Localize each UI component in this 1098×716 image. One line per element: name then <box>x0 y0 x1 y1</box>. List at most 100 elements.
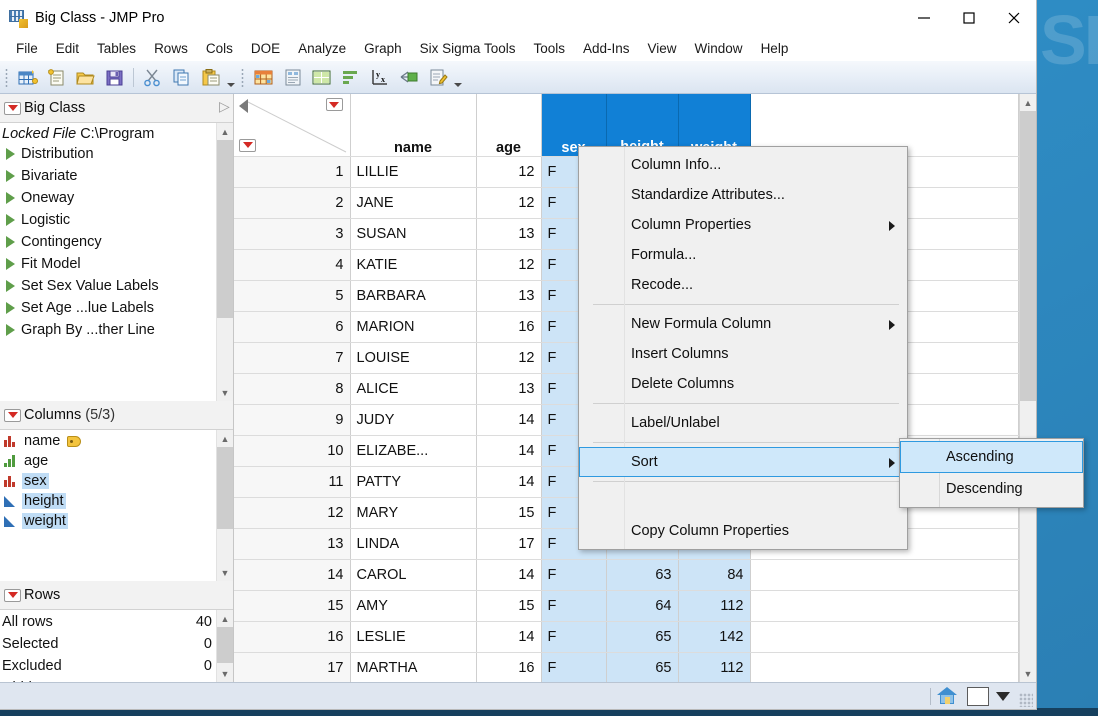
cell-height[interactable]: 65 <box>606 621 678 652</box>
cell-age[interactable]: 13 <box>476 373 541 404</box>
rows-red-triangle-icon[interactable] <box>4 589 21 602</box>
script-set-sex-value-labels[interactable]: Set Sex Value Labels <box>0 275 216 297</box>
source-panel-expand-icon[interactable] <box>219 101 227 113</box>
cell-age[interactable]: 15 <box>476 590 541 621</box>
cell-age[interactable]: 16 <box>476 652 541 682</box>
menu-item-formula[interactable]: Formula... <box>579 240 907 270</box>
minimize-button[interactable] <box>901 0 946 36</box>
column-item-height[interactable]: height <box>0 491 216 511</box>
cell-name[interactable]: MARTHA <box>350 652 476 682</box>
menu-item-sort[interactable]: Sort <box>579 447 907 477</box>
cell-name[interactable]: BARBARA <box>350 280 476 311</box>
status-value-box[interactable] <box>967 687 989 706</box>
scroll-track[interactable] <box>217 140 234 384</box>
cell-age[interactable]: 17 <box>476 528 541 559</box>
cell-age[interactable]: 14 <box>476 466 541 497</box>
distribution-icon[interactable] <box>337 64 364 91</box>
source-red-triangle-icon[interactable] <box>4 102 21 115</box>
scroll-track[interactable] <box>217 447 234 564</box>
menu-analyze[interactable]: Analyze <box>289 38 355 59</box>
menu-item-ascending[interactable]: Ascending <box>900 441 1083 473</box>
cell-age[interactable]: 14 <box>476 559 541 590</box>
new-data-table-icon[interactable] <box>14 64 41 91</box>
cell-name[interactable]: ALICE <box>350 373 476 404</box>
scroll-down-arrow-icon[interactable]: ▼ <box>217 384 234 401</box>
copy-icon[interactable] <box>168 64 195 91</box>
paste-icon[interactable] <box>197 64 224 91</box>
menu-add-ins[interactable]: Add-Ins <box>574 38 639 59</box>
cell-name[interactable]: CAROL <box>350 559 476 590</box>
menu-graph[interactable]: Graph <box>355 38 411 59</box>
menu-item-copy-column-properties[interactable] <box>579 486 907 516</box>
menu-item-standardize-attributes[interactable]: Standardize Attributes... <box>579 180 907 210</box>
row-number[interactable]: 13 <box>234 528 350 559</box>
cell-sex[interactable]: F <box>541 590 606 621</box>
partition-icon[interactable] <box>395 64 422 91</box>
row-number[interactable]: 15 <box>234 590 350 621</box>
column-header-name[interactable]: name <box>350 94 476 156</box>
cell-weight[interactable]: 112 <box>678 652 750 682</box>
scroll-track[interactable] <box>217 627 234 665</box>
script-contingency[interactable]: Contingency <box>0 231 216 253</box>
script-editor-icon[interactable] <box>424 64 451 91</box>
source-panel-header[interactable]: Big Class <box>0 94 233 123</box>
script-logistic[interactable]: Logistic <box>0 209 216 231</box>
home-icon[interactable] <box>937 687 957 705</box>
row-number[interactable]: 10 <box>234 435 350 466</box>
rows-stat-excluded[interactable]: Excluded 0 <box>0 655 216 677</box>
table-red-triangle-icon-bottom[interactable] <box>239 139 256 152</box>
cell-age[interactable]: 14 <box>476 404 541 435</box>
row-number[interactable]: 9 <box>234 404 350 435</box>
columns-panel-scrollbar[interactable]: ▲ ▼ <box>216 430 233 581</box>
scroll-up-arrow-icon[interactable]: ▲ <box>1020 94 1037 111</box>
cell-age[interactable]: 15 <box>476 497 541 528</box>
green-triangle-icon[interactable] <box>6 302 15 314</box>
script-set-age-value-labels[interactable]: Set Age ...lue Labels <box>0 297 216 319</box>
menu-tools[interactable]: Tools <box>524 38 574 59</box>
tabulate-icon[interactable] <box>308 64 335 91</box>
cell-height[interactable]: 63 <box>606 559 678 590</box>
row-number[interactable]: 5 <box>234 280 350 311</box>
cell-sex[interactable]: F <box>541 621 606 652</box>
column-header-age[interactable]: age <box>476 94 541 156</box>
menu-six-sigma-tools[interactable]: Six Sigma Tools <box>411 38 525 59</box>
scroll-up-arrow-icon[interactable]: ▲ <box>217 610 234 627</box>
menu-item-descending[interactable]: Descending <box>900 473 1083 505</box>
table-corner-cell[interactable] <box>234 94 350 156</box>
dropdown-caret-icon[interactable] <box>996 692 1010 701</box>
cell-name[interactable]: ELIZABE... <box>350 435 476 466</box>
rows-stat-selected[interactable]: Selected 0 <box>0 633 216 655</box>
menu-item-copy-multi-columns-properties[interactable]: Copy Column Properties <box>579 516 907 546</box>
scroll-up-arrow-icon[interactable]: ▲ <box>217 123 234 140</box>
menu-view[interactable]: View <box>639 38 686 59</box>
data-table-icon[interactable] <box>250 64 277 91</box>
save-icon[interactable] <box>101 64 128 91</box>
cell-name[interactable]: JANE <box>350 187 476 218</box>
menu-item-new-formula-column[interactable]: New Formula Column <box>579 309 907 339</box>
cell-name[interactable]: SUSAN <box>350 218 476 249</box>
cell-name[interactable]: LINDA <box>350 528 476 559</box>
table-red-triangle-icon-top[interactable] <box>326 98 343 111</box>
row-number[interactable]: 2 <box>234 187 350 218</box>
table-row[interactable]: 16 LESLIE 14 F 65 142 <box>234 621 1019 652</box>
row-number[interactable]: 6 <box>234 311 350 342</box>
scroll-thumb[interactable] <box>217 627 234 663</box>
columns-panel-header[interactable]: Columns (5/3) <box>0 401 233 430</box>
cell-weight[interactable]: 84 <box>678 559 750 590</box>
menu-file[interactable]: File <box>7 38 47 59</box>
green-triangle-icon[interactable] <box>6 236 15 248</box>
green-triangle-icon[interactable] <box>6 258 15 270</box>
script-bivariate[interactable]: Bivariate <box>0 165 216 187</box>
cell-sex[interactable]: F <box>541 559 606 590</box>
green-triangle-icon[interactable] <box>6 324 15 336</box>
green-triangle-icon[interactable] <box>6 280 15 292</box>
script-oneway[interactable]: Oneway <box>0 187 216 209</box>
cell-age[interactable]: 12 <box>476 187 541 218</box>
cell-name[interactable]: LILLIE <box>350 156 476 187</box>
columns-red-triangle-icon[interactable] <box>4 409 21 422</box>
row-number[interactable]: 4 <box>234 249 350 280</box>
row-number[interactable]: 7 <box>234 342 350 373</box>
menu-item-insert-columns[interactable]: Insert Columns <box>579 339 907 369</box>
menu-tables[interactable]: Tables <box>88 38 145 59</box>
menu-item-column-info[interactable]: Column Info... <box>579 150 907 180</box>
